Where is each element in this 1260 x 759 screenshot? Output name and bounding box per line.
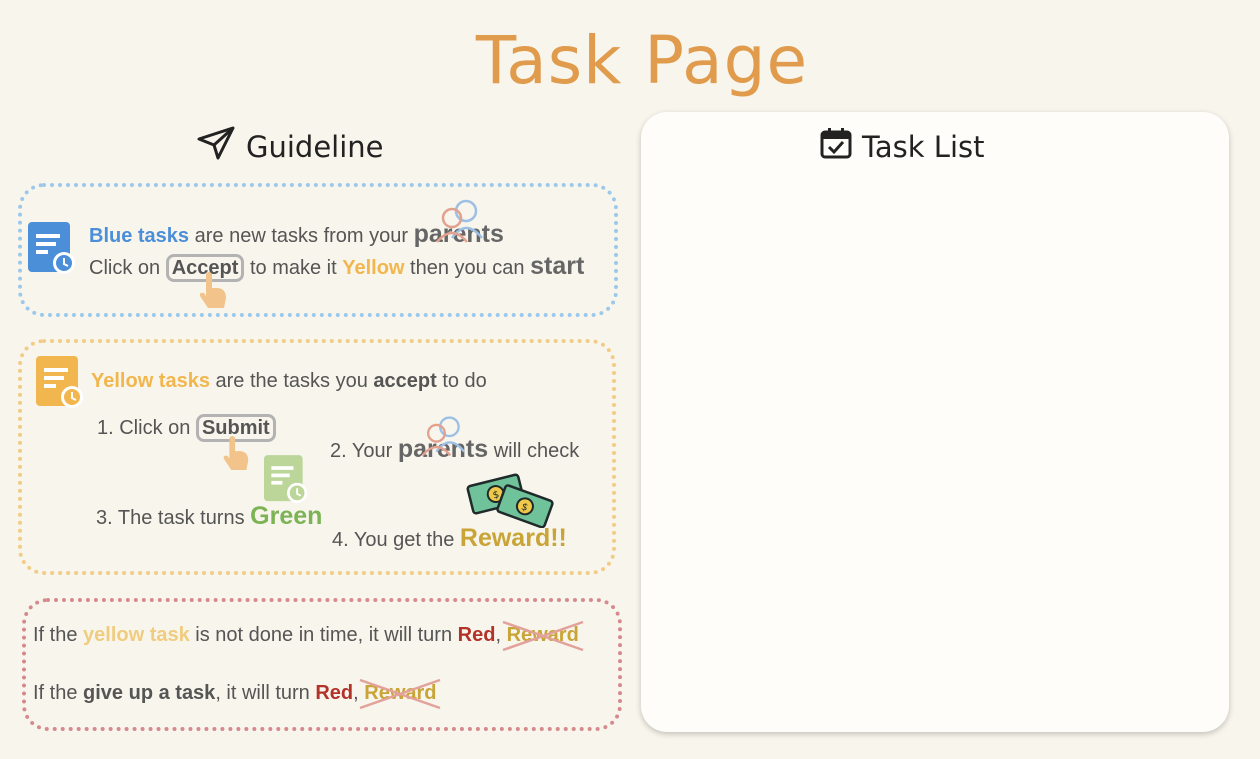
- parents-icon: [432, 198, 484, 249]
- crossed-reward: Reward: [502, 620, 583, 652]
- step-2-text: will check: [488, 440, 580, 462]
- reward-label: Reward!!: [459, 524, 567, 552]
- page-title: Task Page: [475, 22, 809, 99]
- step-3-text: 3. The task turns: [96, 507, 251, 529]
- step-3: 3. The task turns Green: [96, 502, 322, 531]
- give-up-label: give up a task: [83, 682, 216, 704]
- yellow-task-document-icon: [36, 356, 86, 415]
- calendar-check-icon: [820, 127, 852, 166]
- red-guide-text: If the: [33, 624, 84, 646]
- task-list-heading-label: Task List: [862, 129, 985, 164]
- task-list-panel[interactable]: [641, 112, 1229, 732]
- cross-out-icon: [502, 620, 583, 652]
- yellow-guide-text: are the tasks you: [209, 370, 374, 392]
- step-4-text: 4. You get the: [332, 529, 460, 551]
- pointer-hand-icon: [196, 270, 230, 315]
- red-guide-line-1: If the yellow task is not done in time, …: [33, 620, 583, 652]
- yellow-label: Yellow: [342, 257, 405, 279]
- yellow-guide-line-1: Yellow tasks are the tasks you accept to…: [91, 370, 487, 393]
- guideline-heading: Guideline: [196, 126, 384, 167]
- crossed-reward: Reward: [359, 678, 441, 710]
- step-4: 4. You get the Reward!!: [332, 524, 567, 553]
- pointer-hand-icon: [220, 434, 252, 477]
- step-1-text: 1. Click on: [97, 417, 196, 439]
- blue-guide-text: to make it: [244, 257, 343, 279]
- red-label: Red: [315, 682, 354, 704]
- send-icon: [196, 126, 236, 167]
- accept-label: accept: [373, 370, 437, 392]
- blue-guide-text: Click on: [89, 257, 166, 279]
- red-label: Red: [457, 624, 496, 646]
- blue-tasks-guide: [18, 183, 618, 317]
- yellow-tasks-label: Yellow tasks: [91, 370, 210, 392]
- step-2-text: 2. Your: [330, 440, 398, 462]
- blue-tasks-label: Blue tasks: [89, 225, 190, 247]
- red-guide-text: , it will turn: [215, 682, 316, 704]
- red-tasks-guide: [22, 598, 622, 731]
- green-label: Green: [250, 502, 323, 530]
- red-guide-text: is not done in time, it will turn: [189, 624, 458, 646]
- yellow-task-label: yellow task: [83, 624, 190, 646]
- cross-out-icon: [359, 678, 441, 710]
- guideline-heading-label: Guideline: [246, 129, 384, 164]
- blue-guide-text: then you can: [404, 257, 531, 279]
- blue-task-document-icon: [28, 222, 76, 281]
- blue-guide-line-2: Click on Accept to make it Yellow then y…: [89, 252, 584, 282]
- yellow-guide-text: to do: [436, 370, 487, 392]
- red-guide-text: If the: [33, 682, 84, 704]
- parents-icon: [418, 414, 466, 463]
- blue-guide-text: are new tasks from your: [189, 225, 414, 247]
- red-guide-line-2: If the give up a task, it will turn Red,…: [33, 678, 441, 710]
- task-list-heading: Task List: [820, 127, 985, 166]
- start-label: start: [530, 252, 585, 280]
